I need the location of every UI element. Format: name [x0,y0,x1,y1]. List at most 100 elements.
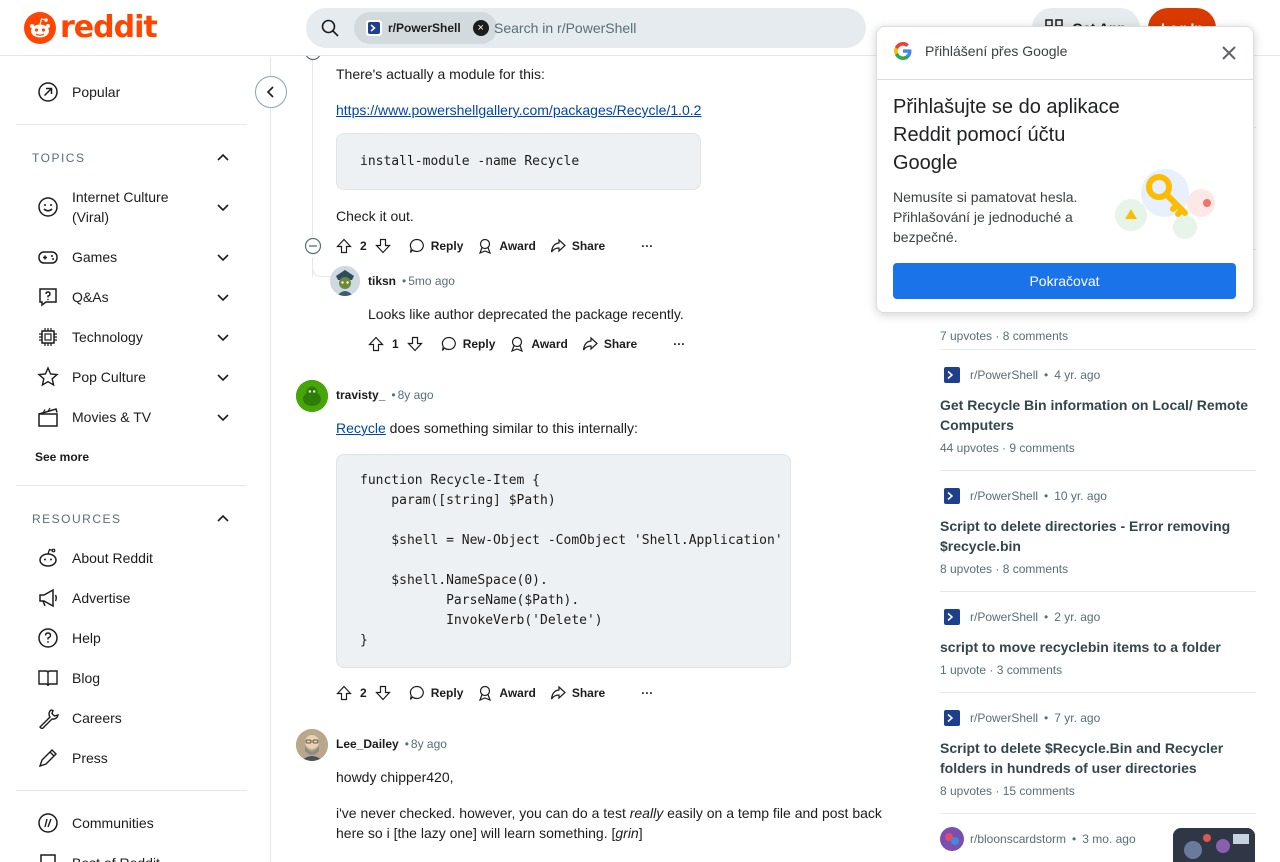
remove-chip-icon[interactable]: × [472,20,489,36]
upvote-icon[interactable] [368,336,384,352]
upvote-icon[interactable] [336,685,352,701]
post-subreddit-row: r/PowerShell • 4 yr. ago [940,363,1256,387]
collapse-sidebar-button[interactable] [255,76,287,108]
comment-time[interactable]: 5mo ago [408,274,455,288]
chevron-left-icon [266,86,274,98]
downvote-icon[interactable] [374,685,391,701]
comment-count: 8 comments [1002,329,1069,343]
share-button[interactable]: Share [550,238,605,254]
reply-label: Reply [462,337,496,351]
chevron-down-icon [217,414,229,422]
downvote-icon[interactable] [406,336,423,352]
sidebar-item-pop-culture[interactable]: Pop Culture [16,357,247,397]
comment-text-rest: does something similar to this internall… [385,420,638,436]
chevron-down-icon [217,204,229,212]
avatar[interactable] [296,729,328,761]
sidebar-item-technology[interactable]: Technology [16,317,247,357]
sidebar-item-press[interactable]: Press [16,738,247,778]
comment-bubble-icon [409,685,424,700]
sidebar-item-label: About Reddit [72,550,153,566]
sidebar-item-advertise[interactable]: Advertise [16,578,247,618]
sidebar-item-qas[interactable]: Q&As [16,277,247,317]
chip-label: r/PowerShell [388,21,461,35]
subreddit-search-chip[interactable]: r/PowerShell × [354,12,497,44]
more-actions-button[interactable]: ··· [641,239,653,253]
powershell-icon [940,706,964,730]
share-label: Share [603,337,638,351]
post-title[interactable]: Script to delete directories - Error rem… [940,516,1256,556]
sidebar-item-careers[interactable]: Careers [16,698,247,738]
post-title[interactable]: Get Recycle Bin information on Local/ Re… [940,395,1256,435]
comment-time[interactable]: 8y ago [398,388,434,402]
comment-author[interactable]: travisty_ [336,388,385,402]
post-title[interactable]: script to move recyclebin items to a fol… [940,637,1256,657]
sidebar-item-games[interactable]: Games [16,237,247,277]
avatar[interactable] [330,266,360,296]
sidebar-item-about-reddit[interactable]: About Reddit [16,538,247,578]
resources-section-header[interactable]: RESOURCES [16,499,247,539]
share-button[interactable]: Share [582,336,637,352]
reply-button[interactable]: Reply [441,336,496,352]
sidebar-item-communities[interactable]: Communities [16,803,247,843]
clapperboard-icon [36,405,60,429]
related-post[interactable]: r/PowerShell • 10 yr. ago Script to dele… [940,484,1256,576]
chevron-down-icon [217,334,229,342]
post-subreddit[interactable]: r/PowerShell [970,610,1038,624]
avatar[interactable] [296,380,328,412]
topics-section-header[interactable]: TOPICS [16,138,247,178]
comment-time[interactable]: 8y ago [411,737,447,751]
downvote-icon[interactable] [374,238,391,254]
see-more-link[interactable]: See more [35,450,89,464]
post-subreddit[interactable]: r/PowerShell [970,489,1038,503]
reddit-snoo-icon [24,12,56,44]
related-divider [940,470,1256,471]
sidebar-divider [16,485,247,486]
comment-link[interactable]: https://www.powershellgallery.com/packag… [336,100,701,120]
text-part: ] [638,825,643,841]
comment-link[interactable]: Recycle [336,420,386,436]
collapse-thread-icon[interactable] [304,237,322,255]
comment-bubble-icon [441,336,456,351]
close-icon[interactable] [1219,43,1239,63]
related-post[interactable]: r/PowerShell • 4 yr. ago Get Recycle Bin… [940,363,1256,455]
share-icon [582,336,598,351]
more-actions-button[interactable]: ··· [641,686,653,700]
share-button[interactable]: Share [550,685,605,701]
comment-actions: 2 Reply Award Share ··· [336,234,667,258]
related-post[interactable]: r/PowerShell • 7 yr. ago Script to delet… [940,706,1256,798]
chevron-down-icon [217,254,229,262]
logo-wordmark: reddit [60,10,158,45]
comment-actions: 2 Reply Award Share ··· [336,681,667,705]
sidebar-item-movies-tv[interactable]: Movies & TV [16,397,247,437]
text-part: i've never checked. however, you can do … [336,805,630,821]
reddit-logo[interactable]: reddit [24,10,158,45]
sidebar-item-best-of-reddit[interactable]: Best of Reddit [16,843,247,862]
user-avatar-icon [296,380,328,412]
award-button[interactable]: Award [509,336,568,352]
related-post[interactable]: r/PowerShell • 2 yr. ago script to move … [940,605,1256,677]
award-button[interactable]: Award [477,685,536,701]
sidebar-item-help[interactable]: Help [16,618,247,658]
post-title[interactable]: Script to delete $Recycle.Bin and Recycl… [940,738,1256,778]
search-bar[interactable]: r/PowerShell × [306,8,866,48]
post-subreddit[interactable]: r/PowerShell [970,368,1038,382]
award-button[interactable]: Award [477,238,536,254]
sidebar-item-internet-culture[interactable]: Internet Culture (Viral) [16,187,247,227]
sidebar-item-popular[interactable]: Popular [16,72,247,112]
reply-button[interactable]: Reply [409,685,463,701]
upvote-icon[interactable] [336,238,352,254]
more-actions-button[interactable]: ··· [673,337,685,351]
post-subreddit[interactable]: r/PowerShell [970,711,1038,725]
comment-author[interactable]: tiksn [368,274,396,288]
reply-button[interactable]: Reply [409,238,463,254]
code-line: } [360,633,368,648]
post-thumbnail[interactable] [1173,828,1255,862]
google-continue-button[interactable]: Pokračovat [893,263,1236,299]
search-input[interactable] [494,8,854,48]
sidebar-item-blog[interactable]: Blog [16,658,247,698]
post-stats: 7 upvotes · 8 comments [940,329,1069,343]
comment-author[interactable]: Lee_Dailey [336,737,399,751]
meta-separator: • [402,274,407,288]
post-subreddit[interactable]: r/bloonscardstorm [970,832,1066,846]
code-line: param([string] $Path) [360,493,556,508]
